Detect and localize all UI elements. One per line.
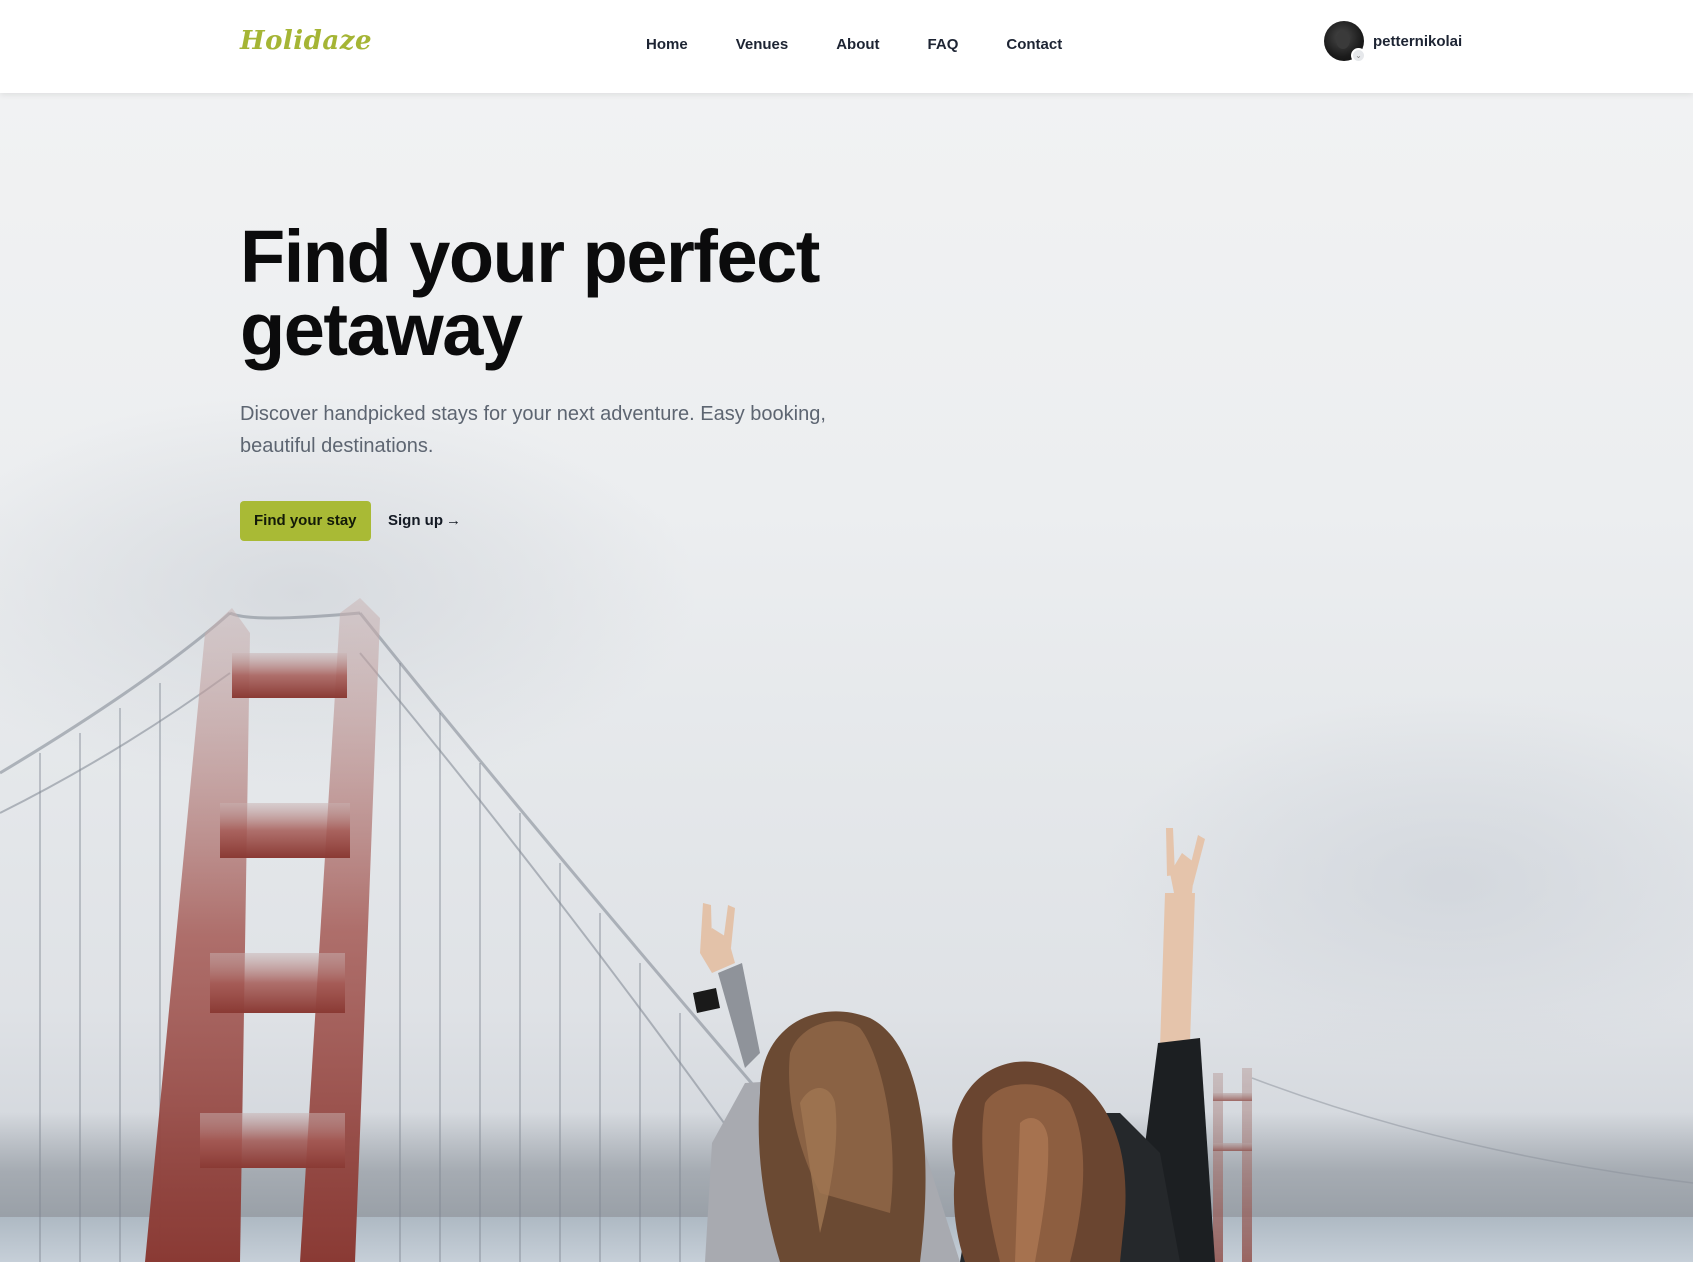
username: petternikolai <box>1373 32 1463 50</box>
nav-about[interactable]: About <box>836 36 879 53</box>
hero-subtitle-line1: Discover handpicked stays for your next … <box>240 403 826 425</box>
nav-contact[interactable]: Contact <box>1006 36 1062 53</box>
hero-title-line2: getaway <box>240 288 523 371</box>
main-nav: Home Venues About FAQ Contact <box>646 36 1110 53</box>
avatar[interactable]: ⌄ <box>1324 21 1366 63</box>
arrow-right-icon: → <box>446 512 461 529</box>
chevron-down-icon: ⌄ <box>1351 48 1366 63</box>
hero-subtitle-line2: beautiful destinations. <box>240 435 434 457</box>
hero-title-line1: Find your perfect <box>240 215 820 298</box>
site-header: Holidaze Home Venues About FAQ Contact ⌄… <box>0 0 1693 93</box>
user-menu[interactable]: ⌄ petternikolai <box>1324 21 1463 63</box>
hero-subtitle: Discover handpicked stays for your next … <box>240 398 920 462</box>
nav-venues[interactable]: Venues <box>736 36 789 53</box>
avatar-image <box>1336 31 1350 49</box>
hero-section: Find your perfect getaway Discover handp… <box>0 93 1693 1262</box>
nav-home[interactable]: Home <box>646 36 688 53</box>
hero-title: Find your perfect getaway <box>240 220 960 367</box>
sign-up-link[interactable]: Sign up → <box>388 501 461 541</box>
logo[interactable]: Holidaze <box>240 26 372 56</box>
nav-faq[interactable]: FAQ <box>928 36 959 53</box>
find-your-stay-button[interactable]: Find your stay <box>240 501 371 541</box>
sign-up-label: Sign up <box>388 512 443 529</box>
